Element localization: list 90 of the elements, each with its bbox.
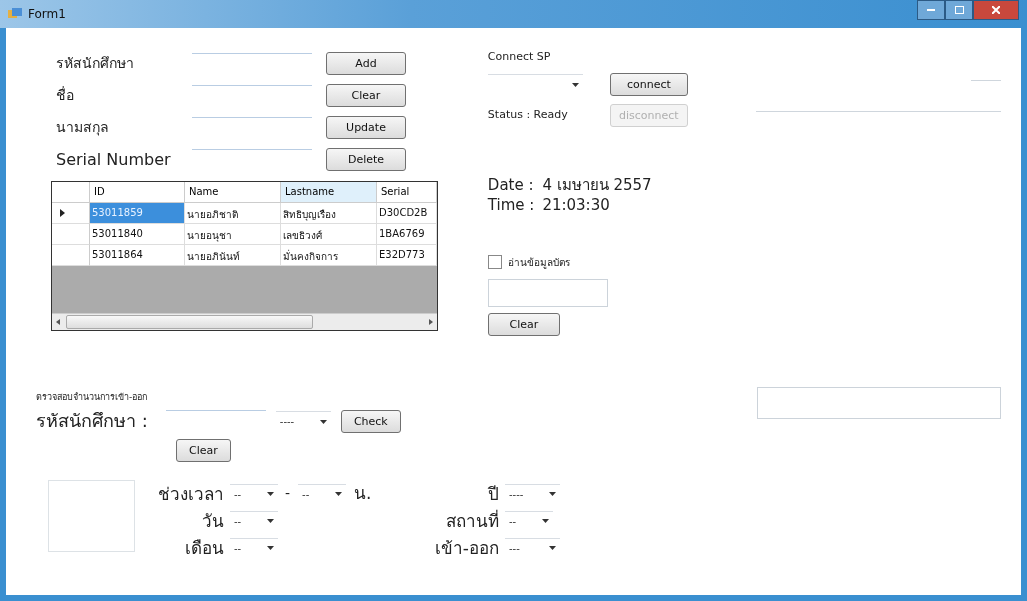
- column-header[interactable]: Name: [185, 182, 281, 203]
- dropdown[interactable]: ----: [505, 483, 560, 504]
- table-cell: นายอภินันท์: [185, 245, 281, 266]
- app-icon: [8, 8, 22, 20]
- direction-label: เข้า-ออก: [433, 537, 500, 561]
- dropdown[interactable]: ---: [505, 537, 560, 558]
- dropdown-arrow-icon[interactable]: [549, 546, 556, 551]
- dropdown-value: --: [234, 515, 242, 527]
- scrollbar-thumb[interactable]: [66, 315, 313, 329]
- check-button[interactable]: Check: [340, 409, 401, 433]
- table-cell: D30CD2B: [377, 203, 437, 224]
- dropdown-arrow-icon[interactable]: [267, 519, 274, 524]
- minimize-icon: [927, 9, 935, 11]
- month-label: เดือน: [184, 537, 225, 561]
- time-value: 21:03:30: [542, 195, 611, 216]
- dropdown-value: --: [234, 542, 242, 554]
- current-row-icon: [60, 209, 65, 217]
- range-dash: -: [285, 484, 291, 504]
- dropdown-arrow-icon[interactable]: [542, 519, 549, 524]
- time-range-label: ช่วงเวลา: [157, 483, 225, 507]
- dropdown-arrow-icon[interactable]: [571, 82, 579, 87]
- clear-button[interactable]: Clear: [487, 313, 560, 337]
- field-line[interactable]: [756, 111, 1001, 112]
- minimize-button[interactable]: [917, 0, 945, 20]
- dropdown[interactable]: --: [505, 510, 553, 531]
- field-label: รหัสนักศึกษา: [56, 54, 135, 73]
- day-label: วัน: [201, 510, 225, 534]
- id-label: รหัสนักศึกษา :: [36, 409, 148, 434]
- table-cell: E32D773: [377, 245, 437, 266]
- close-icon: [992, 6, 1000, 14]
- form-button[interactable]: Delete: [326, 148, 406, 171]
- dropdown-arrow-icon[interactable]: [319, 419, 327, 424]
- table-cell: มั่นคงกิจการ: [281, 245, 377, 266]
- window-title: Form1: [28, 7, 66, 21]
- scroll-left-icon[interactable]: [56, 319, 60, 325]
- hour-unit: น.: [354, 482, 372, 506]
- table-cell: 53011840: [90, 224, 185, 245]
- dropdown-arrow-icon[interactable]: [549, 492, 556, 497]
- input-field[interactable]: [487, 279, 608, 308]
- table-cell: 1BA6769: [377, 224, 437, 245]
- table-cell: นายอภิชาติ: [185, 203, 281, 224]
- status-text: Status : Ready: [487, 107, 569, 123]
- checkbox[interactable]: [487, 255, 502, 270]
- section-heading: ตรวจสอบจำนวนการเข้า-ออก: [36, 391, 149, 404]
- close-button[interactable]: [973, 0, 1019, 20]
- field-label: นามสกุล: [56, 118, 110, 137]
- dropdown-value: ----: [279, 416, 295, 428]
- place-label: สถานที่: [445, 508, 500, 534]
- clear-button[interactable]: Clear: [176, 439, 231, 463]
- table-cell: 53011864: [90, 245, 185, 266]
- form-button[interactable]: Clear: [326, 84, 406, 107]
- field-label: ชื่อ: [56, 86, 75, 105]
- dropdown[interactable]: --: [230, 510, 278, 531]
- table-cell: สิทธิบุญเรือง: [281, 203, 377, 224]
- input-field[interactable]: [757, 387, 1001, 419]
- field-label: Serial Number: [56, 148, 172, 171]
- column-header[interactable]: Lastname: [281, 182, 377, 203]
- dropdown-value: --: [234, 488, 242, 500]
- date-label: Date :: [487, 174, 535, 196]
- field-line[interactable]: [971, 80, 1001, 81]
- dropdown-arrow-icon[interactable]: [267, 492, 274, 497]
- connect-button[interactable]: connect: [609, 72, 688, 96]
- row-header[interactable]: [52, 203, 90, 224]
- maximize-icon: [954, 6, 964, 14]
- year-label: ปี: [487, 483, 500, 507]
- grid-corner: [52, 182, 90, 203]
- dropdown[interactable]: ----: [275, 411, 331, 432]
- table-cell: เลขธิวงศ์: [281, 224, 377, 245]
- date-value: 4 เมษายน 2557: [542, 174, 652, 196]
- dropdown-arrow-icon[interactable]: [335, 492, 343, 497]
- horizontal-scrollbar[interactable]: [52, 313, 437, 330]
- dropdown-arrow-icon[interactable]: [267, 546, 274, 551]
- column-header[interactable]: ID: [90, 182, 185, 203]
- time-label: Time :: [487, 195, 535, 216]
- dropdown[interactable]: --: [230, 483, 278, 504]
- dropdown-value: --: [302, 488, 310, 500]
- checkbox-label: อ่านข้อมูลบัตร: [507, 255, 570, 270]
- dropdown[interactable]: --: [230, 537, 278, 558]
- form-button[interactable]: Add: [326, 52, 406, 75]
- dropdown-value: ---: [509, 542, 520, 554]
- section-title: Connect SP: [487, 50, 552, 65]
- dropdown-value: ----: [509, 488, 524, 500]
- maximize-button[interactable]: [945, 0, 973, 20]
- table-cell: 53011859: [90, 203, 185, 224]
- dropdown-value: --: [509, 515, 517, 527]
- table-cell: นายอนุชา: [185, 224, 281, 245]
- scroll-right-icon[interactable]: [429, 319, 433, 325]
- column-header[interactable]: Serial: [377, 182, 437, 203]
- dropdown[interactable]: --: [298, 483, 347, 504]
- form-button[interactable]: Update: [326, 116, 406, 139]
